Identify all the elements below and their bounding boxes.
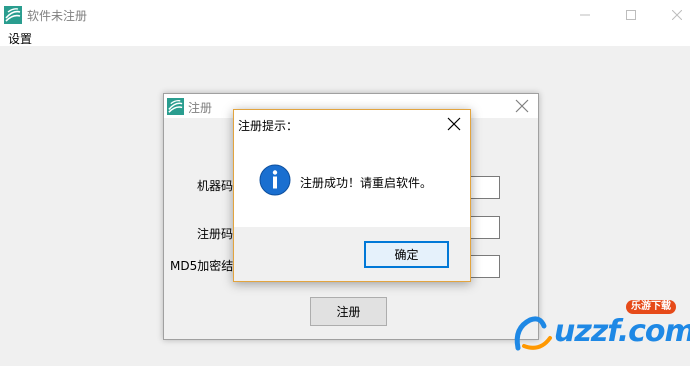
ok-button[interactable]: 确定 bbox=[364, 241, 449, 268]
message-box-title: 注册提示： bbox=[238, 119, 299, 133]
machine-code-input[interactable] bbox=[470, 176, 500, 199]
watermark: 乐游下载 uzzf.com bbox=[510, 300, 690, 360]
menubar: 设置 bbox=[0, 30, 690, 46]
message-text: 注册成功！请重启软件。 bbox=[300, 176, 433, 190]
reg-code-label: 注册码 bbox=[197, 227, 234, 241]
main-titlebar: 软件未注册 bbox=[0, 0, 690, 30]
minimize-icon bbox=[580, 14, 590, 16]
minimize-button[interactable] bbox=[562, 0, 608, 30]
message-box-body: 注册成功！请重启软件。 bbox=[234, 138, 470, 227]
close-icon[interactable] bbox=[446, 116, 462, 132]
register-dialog-title: 注册 bbox=[188, 101, 213, 115]
watermark-badge: 乐游下载 bbox=[626, 300, 676, 314]
machine-code-label: 机器码 bbox=[197, 179, 234, 193]
message-box: 注册提示： 注册成功！请重启软件。 确定 bbox=[233, 109, 471, 282]
md5-result-input[interactable] bbox=[470, 255, 500, 278]
maximize-icon bbox=[626, 10, 636, 20]
close-icon bbox=[672, 10, 682, 20]
info-icon bbox=[259, 164, 291, 196]
app-logo-icon bbox=[4, 6, 22, 24]
maximize-button[interactable] bbox=[608, 0, 654, 30]
swirl-logo-icon bbox=[514, 316, 552, 351]
close-icon[interactable] bbox=[514, 98, 530, 114]
reg-code-input[interactable] bbox=[470, 216, 500, 239]
close-button[interactable] bbox=[654, 0, 690, 30]
message-box-titlebar: 注册提示： bbox=[234, 110, 470, 138]
menu-settings[interactable]: 设置 bbox=[8, 30, 32, 47]
watermark-text: uzzf.com bbox=[554, 314, 690, 349]
app-logo-icon bbox=[167, 98, 184, 115]
register-button[interactable]: 注册 bbox=[310, 297, 387, 326]
window-title: 软件未注册 bbox=[27, 9, 88, 23]
